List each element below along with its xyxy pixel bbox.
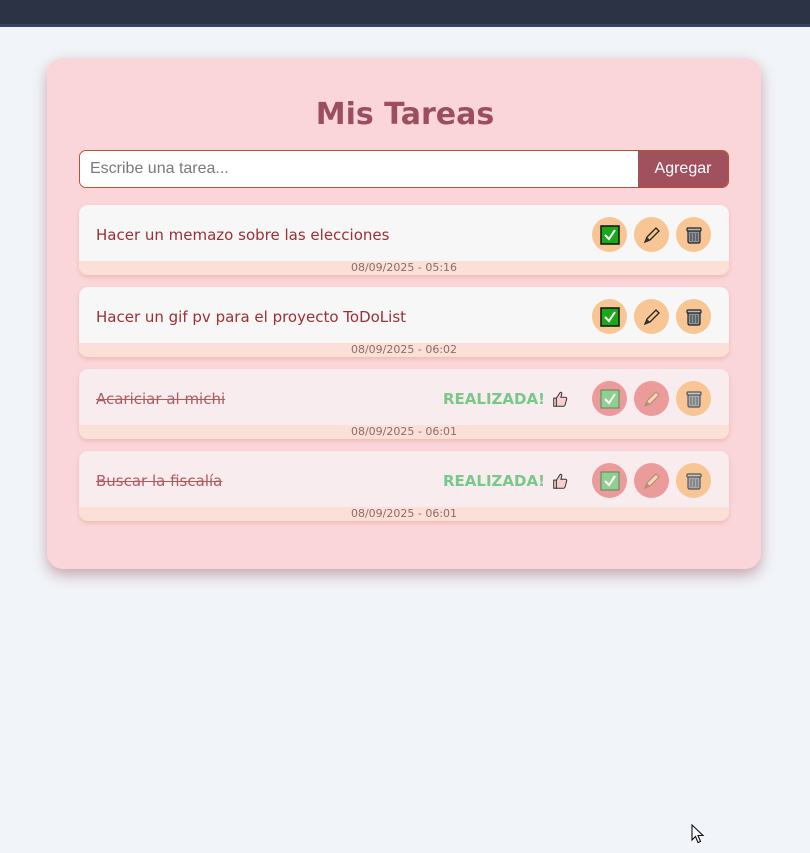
complete-task-button[interactable]	[592, 217, 627, 252]
thumbs-up-icon	[553, 391, 568, 407]
task-input[interactable]	[80, 151, 638, 187]
pencil-icon	[643, 226, 660, 243]
browser-top-bar	[0, 0, 810, 27]
edit-task-button[interactable]	[634, 217, 669, 252]
task-date: 08/09/2025 - 06:02	[79, 343, 729, 357]
pencil-icon	[643, 390, 660, 407]
complete-task-button[interactable]	[592, 463, 627, 498]
status-label: REALIZADA!	[443, 472, 545, 490]
task-item: Buscar la fiscalía REALIZADA! 08/09/2025…	[79, 451, 729, 521]
task-date: 08/09/2025 - 06:01	[79, 507, 729, 521]
edit-task-button[interactable]	[634, 381, 669, 416]
task-text: Hacer un gif pv para el proyecto ToDoLis…	[96, 308, 407, 326]
delete-task-button[interactable]	[676, 463, 711, 498]
add-task-button[interactable]: Agregar	[638, 151, 728, 187]
delete-task-button[interactable]	[676, 299, 711, 334]
trash-can-icon	[685, 226, 702, 244]
task-item: Acariciar al michi REALIZADA! 08/09/2025…	[79, 369, 729, 439]
task-item: Hacer un memazo sobre las elecciones 08/…	[79, 205, 729, 275]
check-box-icon	[599, 224, 620, 245]
task-text: Acariciar al michi	[96, 390, 226, 408]
delete-task-button[interactable]	[676, 217, 711, 252]
task-text: Buscar la fiscalía	[96, 472, 223, 490]
check-box-icon	[599, 306, 620, 327]
task-form: Agregar	[79, 150, 729, 188]
page-title: Mis Tareas	[315, 97, 495, 132]
trash-can-icon	[685, 390, 702, 408]
edit-task-button[interactable]	[634, 463, 669, 498]
check-box-icon	[599, 470, 620, 491]
edit-task-button[interactable]	[634, 299, 669, 334]
status-label: REALIZADA!	[443, 390, 545, 408]
task-date: 08/09/2025 - 06:01	[79, 425, 729, 439]
thumbs-up-icon	[553, 473, 568, 489]
mouse-cursor-icon	[691, 824, 705, 844]
pencil-icon	[643, 308, 660, 325]
task-date: 08/09/2025 - 05:16	[79, 261, 729, 275]
status-badge: REALIZADA!	[443, 389, 569, 409]
trash-can-icon	[685, 472, 702, 490]
status-badge: REALIZADA!	[443, 471, 569, 491]
complete-task-button[interactable]	[592, 381, 627, 416]
task-text: Hacer un memazo sobre las elecciones	[96, 226, 390, 244]
check-box-icon	[599, 388, 620, 409]
delete-task-button[interactable]	[676, 381, 711, 416]
trash-can-icon	[685, 308, 702, 326]
task-item: Hacer un gif pv para el proyecto ToDoLis…	[79, 287, 729, 357]
pencil-icon	[643, 472, 660, 489]
complete-task-button[interactable]	[592, 299, 627, 334]
